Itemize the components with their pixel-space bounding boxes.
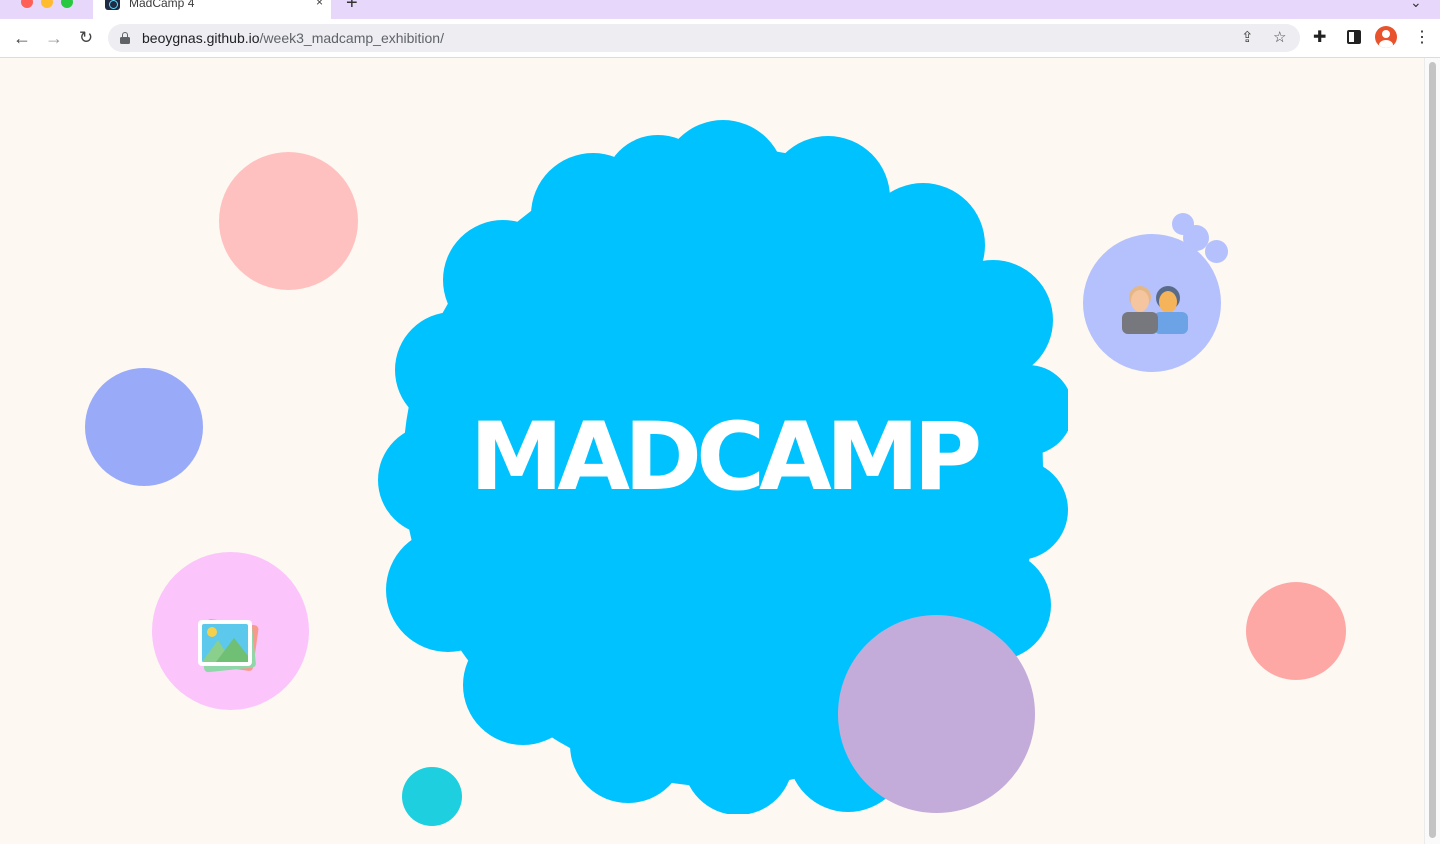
close-window-button[interactable]: [21, 0, 33, 8]
coral-bubble[interactable]: [1246, 582, 1346, 680]
tab-close-icon[interactable]: ×: [316, 0, 323, 9]
url-domain: beoygnas.github.io: [142, 30, 260, 46]
page-content: MADCAMP: [0, 58, 1424, 844]
back-arrow-icon[interactable]: ←: [10, 26, 34, 50]
people-icon: [1122, 282, 1190, 334]
maximize-window-button[interactable]: [61, 0, 73, 8]
share-icon[interactable]: ⇪: [1241, 28, 1254, 48]
lock-icon[interactable]: [120, 32, 130, 44]
tab-madcamp[interactable]: MadCamp 4 ×: [93, 0, 331, 19]
new-tab-button[interactable]: +: [346, 0, 358, 13]
scrollbar-thumb[interactable]: [1429, 62, 1436, 838]
address-bar[interactable]: beoygnas.github.io/week3_madcamp_exhibit…: [108, 24, 1300, 52]
tab-search-chevron-icon[interactable]: ⌄: [1410, 0, 1422, 11]
url-path: /week3_madcamp_exhibition/: [259, 30, 444, 46]
browser-toolbar: ← → ↻ beoygnas.github.io/week3_madcamp_e…: [0, 19, 1440, 58]
small-dot-bubble: [1205, 240, 1228, 263]
blue-bubble[interactable]: [85, 368, 203, 486]
extensions-puzzle-icon[interactable]: ✚: [1313, 28, 1326, 48]
pink-bubble[interactable]: [219, 152, 358, 290]
react-favicon-icon: [105, 0, 120, 10]
side-panel-icon[interactable]: [1347, 30, 1361, 44]
bookmark-star-icon[interactable]: ☆: [1273, 28, 1286, 48]
reload-icon[interactable]: ↻: [74, 26, 98, 50]
url-text[interactable]: beoygnas.github.io/week3_madcamp_exhibit…: [142, 30, 444, 46]
forward-arrow-icon[interactable]: →: [42, 26, 66, 50]
page-scrollbar[interactable]: [1424, 58, 1440, 844]
tab-title: MadCamp 4: [129, 0, 195, 10]
madcamp-title: MADCAMP: [469, 403, 983, 512]
profile-avatar[interactable]: [1375, 26, 1397, 48]
tab-strip: MadCamp 4 × + ⌄: [0, 0, 1440, 19]
purple-bubble[interactable]: [838, 615, 1035, 813]
minimize-window-button[interactable]: [41, 0, 53, 8]
image-icon: [196, 616, 262, 674]
kebab-menu-icon[interactable]: ⋮: [1414, 28, 1430, 48]
browser-window: MadCamp 4 × + ⌄ ← → ↻ beoygnas.github.io…: [0, 0, 1440, 844]
